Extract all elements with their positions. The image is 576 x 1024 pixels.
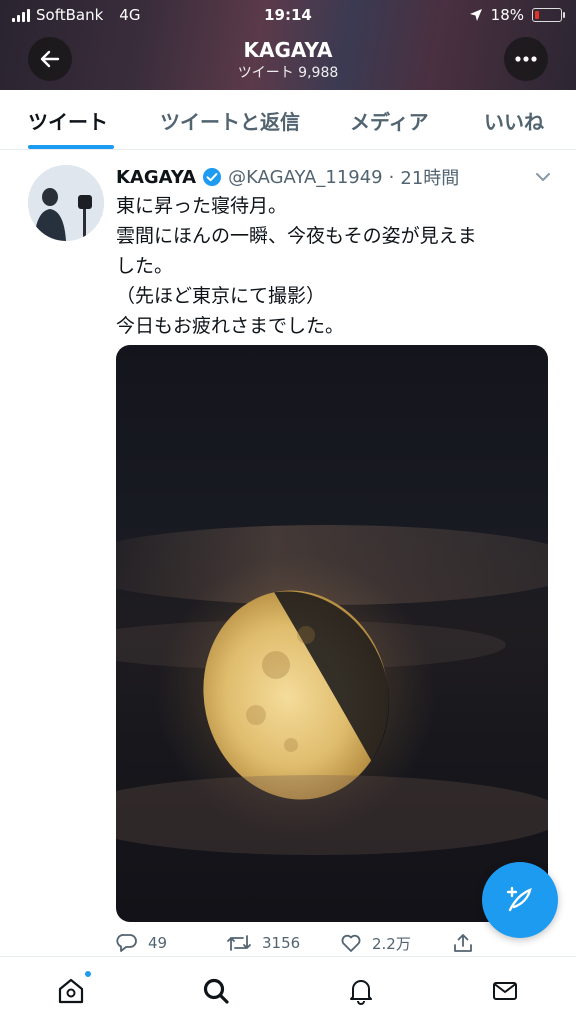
tweet-menu-button[interactable]: [534, 168, 552, 190]
battery-level: [535, 11, 539, 19]
battery-percent: 18%: [490, 6, 524, 24]
status-bar: SoftBank 4G 19:14 18%: [0, 0, 576, 32]
heart-icon: [341, 934, 361, 952]
tweet-line: 東に昇った寝待月。: [116, 195, 288, 217]
tweet-line: 雲間にほんの一瞬、今夜もその姿が見えま: [116, 225, 477, 247]
profile-name: KAGAYA: [243, 38, 333, 62]
tweet-line: 今日もお疲れさまでした。: [116, 315, 345, 337]
retweet-icon: [227, 935, 251, 951]
nav-notifications[interactable]: [343, 973, 379, 1009]
tab-tweets-and-replies[interactable]: ツイートと返信: [160, 106, 300, 135]
retweet-button[interactable]: 3156: [226, 932, 300, 954]
share-icon: [454, 934, 472, 952]
share-button[interactable]: [452, 932, 474, 954]
tweet-count: ツイート 9,988: [237, 65, 339, 81]
tweet-text: 東に昇った寝待月。 雲間にほんの一瞬、今夜もその姿が見えま した。 （先ほど東京…: [116, 191, 556, 341]
tweet-time[interactable]: 21時間: [400, 164, 459, 190]
avatar-photo: [28, 165, 104, 241]
more-icon: [515, 56, 537, 62]
tweet-author-handle[interactable]: @KAGAYA_11949: [228, 167, 383, 188]
location-icon: [469, 9, 482, 21]
chevron-down-icon: [536, 173, 550, 181]
reply-button[interactable]: 49: [116, 932, 167, 954]
mail-icon: [493, 982, 517, 1000]
avatar[interactable]: [28, 165, 104, 241]
nav-messages[interactable]: [487, 973, 523, 1009]
like-button[interactable]: 2.2万: [340, 932, 411, 954]
compose-tweet-button[interactable]: [482, 862, 558, 938]
tweet-header: KAGAYA @KAGAYA_11949 · 21時間: [116, 164, 459, 190]
like-count: 2.2万: [372, 934, 411, 953]
bell-icon: [350, 980, 372, 1005]
compose-icon: [506, 886, 532, 912]
battery-icon: [532, 8, 565, 22]
verified-badge-icon: [203, 168, 222, 186]
tweet-photo[interactable]: [116, 345, 548, 922]
tab-likes[interactable]: いいね: [484, 106, 544, 135]
retweet-count: 3156: [262, 934, 301, 952]
tweet-line: （先ほど東京にて撮影）: [116, 285, 326, 307]
profile-tabs: ツイート ツイートと返信 メディア いいね: [0, 90, 576, 150]
tweet-author-name[interactable]: KAGAYA: [116, 167, 196, 188]
bottom-navigation: [0, 956, 576, 1024]
nav-home[interactable]: [53, 969, 93, 1009]
tweet-line: した。: [116, 255, 174, 277]
profile-header: SoftBank 4G 19:14 18% KAGAYA ツイート 9,988: [0, 0, 576, 90]
nav-search[interactable]: [198, 973, 234, 1009]
moon-photo: [116, 525, 548, 855]
separator-dot: ·: [388, 166, 395, 188]
reply-icon: [116, 934, 137, 952]
reply-count: 49: [148, 934, 168, 952]
more-button[interactable]: [504, 37, 548, 81]
search-icon: [203, 978, 229, 1004]
home-icon: [58, 978, 84, 1004]
tab-tweets[interactable]: ツイート: [28, 106, 108, 135]
tweet-actions: 49 3156 2.2万: [116, 932, 496, 956]
new-content-dot: [83, 969, 93, 979]
active-tab-indicator: [28, 145, 114, 149]
tab-media[interactable]: メディア: [350, 106, 429, 135]
